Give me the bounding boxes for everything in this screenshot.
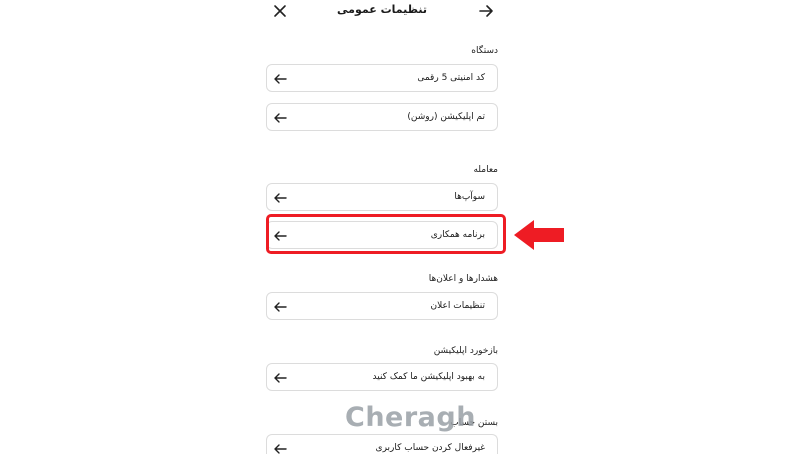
section-title-feedback: بازخورد اپلیکیشن [433, 346, 498, 356]
row-label: تم اپلیکیشن (روشن) [407, 112, 485, 122]
arrow-left-icon [274, 113, 287, 123]
row-swaps[interactable]: سوآپ‌ها [266, 183, 498, 211]
arrow-right-icon[interactable] [477, 2, 495, 20]
arrow-left-icon [274, 193, 287, 203]
row-deactivate-account[interactable]: غیرفعال کردن حساب کاربری [266, 434, 498, 454]
row-label: سوآپ‌ها [454, 192, 485, 202]
row-label: غیرفعال کردن حساب کاربری [375, 443, 485, 453]
top-bar: تنظیمات عمومی [264, 0, 500, 24]
row-label: به بهبود اپلیکیشن ما کمک کنید [372, 372, 485, 382]
arrow-left-icon [274, 373, 287, 383]
settings-screen: تنظیمات عمومی دستگاه کد امنیتی 5 رقمی تم… [0, 0, 800, 454]
watermark-logo: Cheragh [345, 402, 476, 433]
row-label: کد امنیتی 5 رقمی [417, 73, 485, 83]
section-title-device: دستگاه [471, 46, 498, 56]
row-app-theme[interactable]: تم اپلیکیشن (روشن) [266, 103, 498, 131]
arrow-left-icon [274, 444, 287, 454]
row-improve-app[interactable]: به بهبود اپلیکیشن ما کمک کنید [266, 363, 498, 391]
row-label: تنظیمات اعلان [430, 301, 485, 311]
arrow-left-icon [274, 302, 287, 312]
row-security-code[interactable]: کد امنیتی 5 رقمی [266, 64, 498, 92]
section-title-alerts: هشدارها و اعلان‌ها [428, 274, 498, 284]
arrow-left-icon [274, 74, 287, 84]
page-title: تنظیمات عمومی [337, 3, 427, 16]
row-notification-settings[interactable]: تنظیمات اعلان [266, 292, 498, 320]
highlight-box [266, 214, 506, 254]
red-arrow-left-icon [514, 220, 564, 250]
section-title-trade: معامله [473, 165, 498, 175]
